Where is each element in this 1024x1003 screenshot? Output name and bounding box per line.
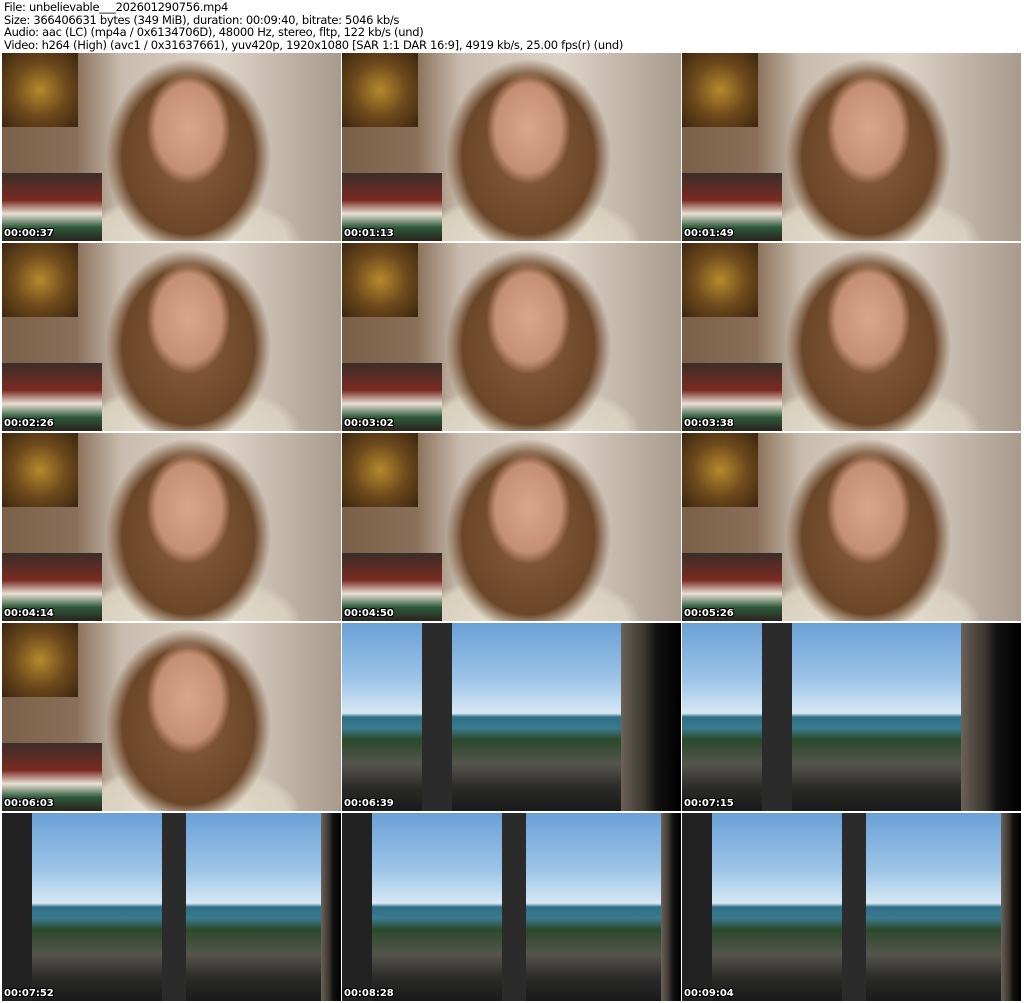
thumbnail-timestamp: 00:04:14 bbox=[4, 608, 54, 619]
video-thumbnail: 00:06:39 bbox=[342, 623, 681, 811]
video-thumbnail: 00:08:28 bbox=[342, 813, 681, 1001]
thumbnail-timestamp: 00:06:03 bbox=[4, 798, 54, 809]
thumbnail-timestamp: 00:06:39 bbox=[344, 798, 394, 809]
window-frame bbox=[2, 813, 32, 1001]
video-thumbnail: 00:07:15 bbox=[682, 623, 1021, 811]
file-name: File: unbelievable___202601290756.mp4 bbox=[4, 0, 229, 14]
thumbnail-timestamp: 00:00:37 bbox=[4, 228, 54, 239]
video-thumbnail: 00:03:02 bbox=[342, 243, 681, 431]
window-frame bbox=[342, 813, 372, 1001]
thumbnail-timestamp: 00:02:26 bbox=[4, 418, 54, 429]
video-thumbnail: 00:02:26 bbox=[2, 243, 341, 431]
thumbnail-timestamp: 00:04:50 bbox=[344, 608, 394, 619]
video-thumbnail: 00:01:13 bbox=[342, 53, 681, 241]
video-thumbnail: 00:01:49 bbox=[682, 53, 1021, 241]
thumbnail-timestamp: 00:03:02 bbox=[344, 418, 394, 429]
thumbnail-grid: 00:00:37 00:01:13 00:01:49 00:02:26 00:03:02… bbox=[2, 53, 1021, 1001]
video-thumbnail: 00:09:04 bbox=[682, 813, 1021, 1001]
window-frame bbox=[682, 813, 712, 1001]
file-info-header: File: unbelievable___202601290756.mp4 Siz… bbox=[4, 1, 623, 51]
thumbnail-timestamp: 00:03:38 bbox=[684, 418, 734, 429]
thumbnail-timestamp: 00:05:26 bbox=[684, 608, 734, 619]
thumbnail-timestamp: 00:01:49 bbox=[684, 228, 734, 239]
video-thumbnail: 00:03:38 bbox=[682, 243, 1021, 431]
thumbnail-timestamp: 00:08:28 bbox=[344, 988, 394, 999]
thumbnail-timestamp: 00:07:52 bbox=[4, 988, 54, 999]
video-info: Video: h264 (High) (avc1 / 0x31637661), … bbox=[4, 37, 624, 52]
video-thumbnail: 00:04:50 bbox=[342, 433, 681, 621]
video-thumbnail: 00:00:37 bbox=[2, 53, 341, 241]
thumbnail-timestamp: 00:09:04 bbox=[684, 988, 734, 999]
audio-info: Audio: aac (LC) (mp4a / 0x6134706D), 480… bbox=[4, 25, 424, 40]
thumbnail-timestamp: 00:01:13 bbox=[344, 228, 394, 239]
video-thumbnail: 00:06:03 bbox=[2, 623, 341, 811]
thumbnail-timestamp: 00:07:15 bbox=[684, 798, 734, 809]
video-thumbnail: 00:05:26 bbox=[682, 433, 1021, 621]
video-thumbnail: 00:04:14 bbox=[2, 433, 341, 621]
video-thumbnail: 00:07:52 bbox=[2, 813, 341, 1001]
